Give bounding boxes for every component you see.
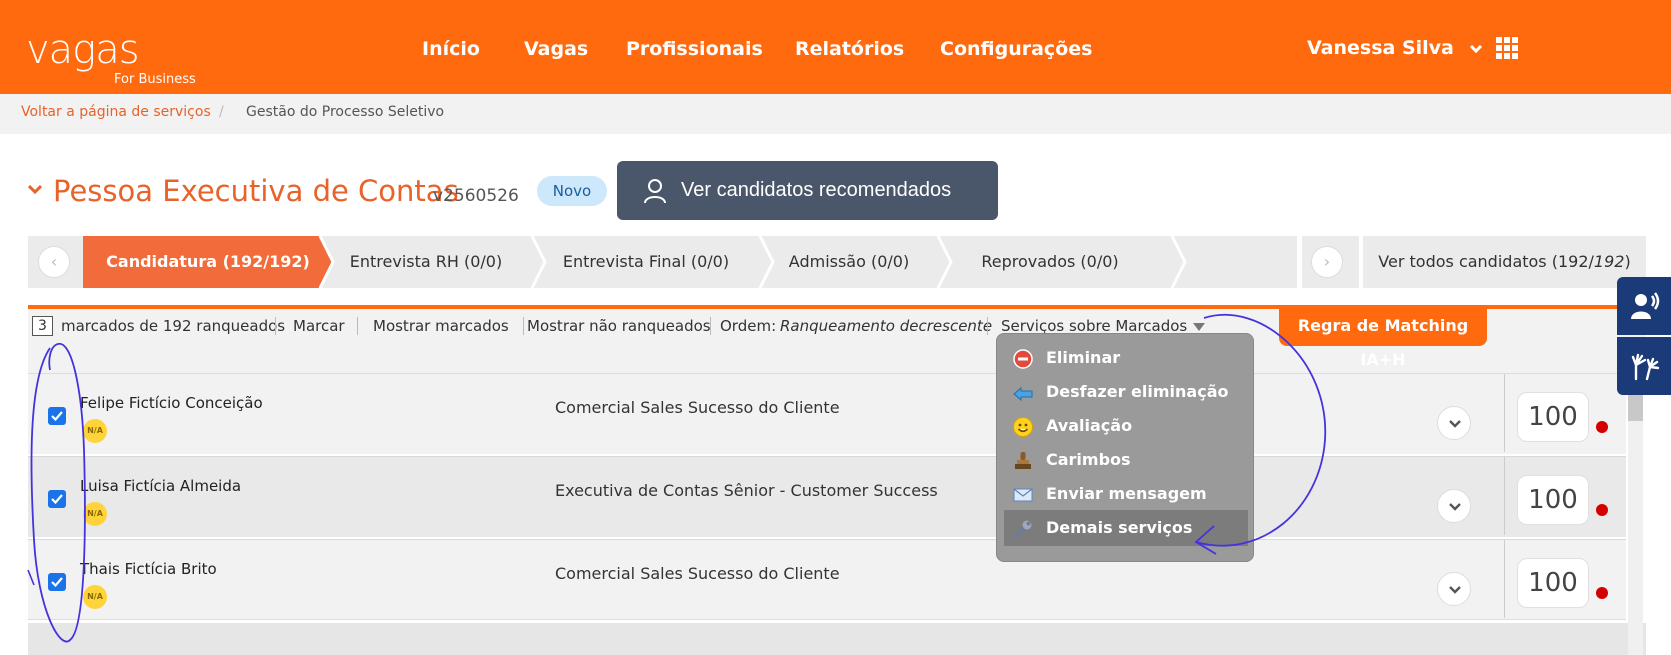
nav-inicio[interactable]: Início xyxy=(422,38,480,60)
rating-badge: N/A xyxy=(83,419,107,443)
tab-entrevista-rh[interactable]: Entrevista RH (0/0) xyxy=(320,236,532,288)
candidate-position: Executiva de Contas Sênior - Customer Su… xyxy=(555,481,938,500)
job-code: v2560526 xyxy=(433,186,519,206)
marked-count: 3 xyxy=(32,316,53,336)
rating-badge: N/A xyxy=(83,585,107,609)
table-row[interactable]: Thais Fictícia Brito N/A Comercial Sales… xyxy=(28,539,1626,620)
smiley-icon xyxy=(1013,417,1033,437)
top-bar: vagas For Business Início Vagas Profissi… xyxy=(0,0,1671,94)
speaking-person-icon xyxy=(1631,292,1660,319)
view-all-label: Ver todos candidatos (192/ xyxy=(1378,252,1594,271)
candidate-position: Comercial Sales Sucesso do Cliente xyxy=(555,398,840,417)
logo-sub-text: For Business xyxy=(114,72,196,87)
status-dot xyxy=(1596,587,1608,599)
menu-item-label: Desfazer eliminação xyxy=(1046,382,1229,401)
user-menu[interactable]: Vanessa Silva xyxy=(1307,37,1483,59)
menu-item-label: Demais serviços xyxy=(1046,518,1193,537)
nav-relatorios[interactable]: Relatórios xyxy=(795,38,904,60)
view-all-candidates-tab[interactable]: Ver todos candidatos (192/192) xyxy=(1359,236,1646,288)
expand-row-button[interactable] xyxy=(1437,489,1471,523)
services-menu: Eliminar Desfazer eliminação Avaliação C… xyxy=(996,333,1254,562)
menu-item-demais-servicos[interactable]: Demais serviços xyxy=(1004,510,1248,546)
show-unranked-link[interactable]: Mostrar não ranqueados xyxy=(527,317,711,335)
tab-reprovados[interactable]: Reprovados (0/0) xyxy=(938,236,1162,288)
nav-profissionais[interactable]: Profissionais xyxy=(626,38,763,60)
candidate-name[interactable]: Thais Fictícia Brito xyxy=(80,560,217,578)
table-row[interactable]: Felipe Fictício Conceição N/A Comercial … xyxy=(28,373,1626,454)
collapse-chevron-icon[interactable] xyxy=(28,184,42,194)
menu-item-label: Carimbos xyxy=(1046,450,1131,469)
breadcrumb-separator: / xyxy=(219,104,224,120)
nav-configuracoes[interactable]: Configurações xyxy=(940,38,1092,60)
vagas-logo[interactable]: vagas For Business xyxy=(26,27,196,87)
apps-grid-icon[interactable] xyxy=(1496,37,1518,59)
sign-language-button[interactable] xyxy=(1617,337,1671,395)
order-label: Ordem: xyxy=(720,317,777,335)
menu-item-enviar-mensagem[interactable]: Enviar mensagem xyxy=(1004,476,1248,512)
tab-candidatura[interactable]: Candidatura (192/192) xyxy=(83,236,333,288)
candidate-name[interactable]: Felipe Fictício Conceição xyxy=(80,394,263,412)
stamp-icon xyxy=(1015,452,1031,469)
ranking-score: 100 xyxy=(1517,558,1589,608)
ranking-score: 100 xyxy=(1517,475,1589,525)
wrench-icon xyxy=(1014,520,1032,538)
tab-admissao[interactable]: Admissão (0/0) xyxy=(760,236,938,288)
expand-row-button[interactable] xyxy=(1437,572,1471,606)
page-title: Pessoa Executiva de Contas xyxy=(53,174,459,208)
envelope-icon xyxy=(1013,488,1033,502)
rating-badge: N/A xyxy=(83,502,107,526)
user-name: Vanessa Silva xyxy=(1307,37,1454,59)
logo-main-text: vagas xyxy=(26,27,140,73)
recommended-candidates-button[interactable]: Ver candidatos recomendados xyxy=(617,161,998,220)
list-footer xyxy=(28,623,1646,655)
chevron-down-icon xyxy=(1469,44,1482,54)
sign-language-hands-icon xyxy=(1631,353,1660,381)
candidate-name[interactable]: Luisa Fictícia Almeida xyxy=(80,477,241,495)
marked-count-text: marcados de 192 ranqueados xyxy=(61,317,286,335)
menu-item-avaliacao[interactable]: Avaliação xyxy=(1004,408,1248,444)
tab-entrevista-final[interactable]: Entrevista Final (0/0) xyxy=(532,236,760,288)
minus-circle-icon xyxy=(1013,349,1033,369)
stage-next-button[interactable]: › xyxy=(1311,246,1343,278)
show-marked-link[interactable]: Mostrar marcados xyxy=(373,317,509,335)
view-all-total: 192 xyxy=(1593,252,1625,271)
dropdown-triangle-icon xyxy=(1193,322,1206,331)
matching-rule-button[interactable]: Regra de Matching IA+H xyxy=(1279,309,1487,369)
status-dot xyxy=(1596,504,1608,516)
menu-item-label: Enviar mensagem xyxy=(1046,484,1207,503)
breadcrumb-back-link[interactable]: Voltar a página de serviços xyxy=(21,104,211,120)
audio-accessibility-button[interactable] xyxy=(1617,277,1671,335)
breadcrumb-current: Gestão do Processo Seletivo xyxy=(246,104,445,120)
row-checkbox[interactable] xyxy=(48,407,66,425)
menu-item-label: Avaliação xyxy=(1046,416,1133,435)
menu-item-carimbos[interactable]: Carimbos xyxy=(1004,442,1248,478)
candidates-toolbar: 3 marcados de 192 ranqueados Marcar Most… xyxy=(28,309,1646,373)
expand-row-button[interactable] xyxy=(1437,406,1471,440)
stage-tabs: ‹ Candidatura (192/192) Entrevista RH (0… xyxy=(28,236,1646,288)
scrollbar[interactable] xyxy=(1628,391,1643,655)
menu-item-desfazer-eliminacao[interactable]: Desfazer eliminação xyxy=(1004,374,1248,410)
status-badge: Novo xyxy=(537,176,607,206)
ranking-score: 100 xyxy=(1517,392,1589,442)
menu-item-eliminar[interactable]: Eliminar xyxy=(1004,340,1248,376)
row-checkbox[interactable] xyxy=(48,490,66,508)
row-checkbox[interactable] xyxy=(48,573,66,591)
nav-vagas[interactable]: Vagas xyxy=(524,38,588,60)
order-value[interactable]: Ranqueamento decrescente xyxy=(780,317,992,335)
mark-link[interactable]: Marcar xyxy=(293,317,345,335)
breadcrumb: Voltar a página de serviços / Gestão do … xyxy=(0,94,1671,134)
undo-arrow-icon xyxy=(1013,386,1033,402)
status-dot xyxy=(1596,421,1608,433)
stage-prev-button[interactable]: ‹ xyxy=(38,246,70,278)
recommended-button-label: Ver candidatos recomendados xyxy=(681,179,952,201)
table-row[interactable]: Luisa Fictícia Almeida N/A Executiva de … xyxy=(28,456,1626,537)
menu-item-label: Eliminar xyxy=(1046,348,1121,367)
candidate-position: Comercial Sales Sucesso do Cliente xyxy=(555,564,840,583)
person-icon xyxy=(644,178,666,203)
tab-empty[interactable] xyxy=(1162,236,1292,288)
scrollbar-thumb[interactable] xyxy=(1628,391,1643,421)
view-all-close: ) xyxy=(1624,252,1631,271)
